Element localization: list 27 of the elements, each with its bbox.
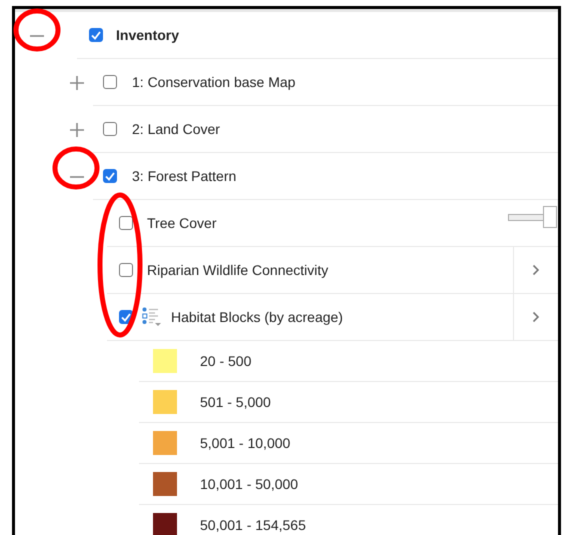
sublayer-name: Tree Cover <box>147 215 218 231</box>
legend-icon <box>142 307 162 327</box>
expand-icon[interactable] <box>69 74 85 90</box>
opacity-slider[interactable] <box>508 206 556 228</box>
slider-thumb[interactable] <box>543 206 557 228</box>
annotation-circle <box>52 146 100 190</box>
checkbox[interactable] <box>103 122 117 136</box>
legend-label: 50,001 - 154,565 <box>200 517 307 533</box>
expand-icon[interactable] <box>69 122 85 138</box>
layer-name: 3: Forest Pattern <box>132 168 238 184</box>
layer-name: 2: Land Cover <box>132 121 221 137</box>
annotation-circle <box>13 8 61 52</box>
legend-label: 5,001 - 10,000 <box>200 435 292 451</box>
checkbox[interactable] <box>89 28 103 42</box>
checkbox[interactable] <box>103 75 117 89</box>
checkbox[interactable] <box>119 216 133 230</box>
chevron-right-icon[interactable] <box>532 264 540 276</box>
chevron-right-icon[interactable] <box>532 311 540 323</box>
legend-label: 10,001 - 50,000 <box>200 476 300 492</box>
legend-label: 501 - 5,000 <box>200 394 272 410</box>
group-title: Inventory <box>116 27 180 43</box>
checkbox[interactable] <box>119 263 133 277</box>
checkbox[interactable] <box>103 169 117 183</box>
layer-name: 1: Conservation base Map <box>132 74 296 90</box>
sublayer-name: Riparian Wildlife Connectivity <box>147 262 330 278</box>
legend-label: 20 - 500 <box>200 353 252 369</box>
sublayer-name: Habitat Blocks (by acreage) <box>171 309 344 325</box>
